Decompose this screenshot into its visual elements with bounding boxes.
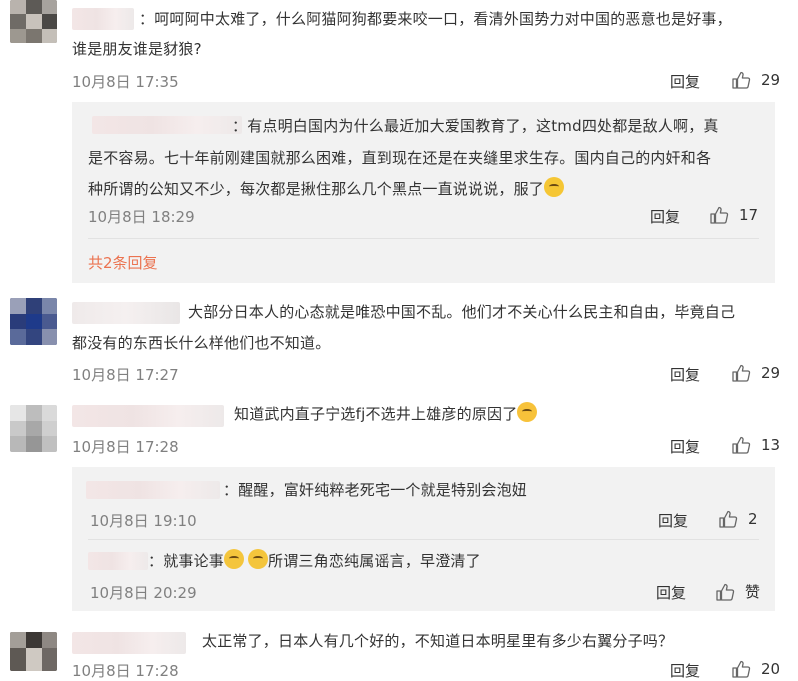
thumbs-up-icon — [718, 509, 738, 529]
comment-text: 都没有的东西长什么样他们也不知道。 — [72, 334, 331, 352]
subreply-text: 是不容易。七十年前刚建国就那么困难，直到现在还是在夹缝里求生存。国内自己的内奸和… — [88, 149, 712, 167]
reply-button[interactable]: 回复 — [650, 206, 680, 227]
yum-emoji-icon — [517, 402, 538, 422]
comment-time: 10月8日 17:27 — [72, 366, 179, 384]
thumbs-up-icon — [731, 363, 751, 383]
reply-button[interactable]: 回复 — [670, 436, 700, 457]
subreply-text: ：醒醒，富奸纯粹老死宅一个就是特别会泡妞 — [223, 481, 528, 499]
username-redacted[interactable] — [72, 8, 134, 30]
more-replies-link[interactable]: 共2条回复 — [88, 252, 158, 273]
username-redacted[interactable] — [92, 116, 242, 134]
comment-text: 大部分日本人的心态就是唯恐中国不乱。他们才不关心什么民主和自由，毕竟自己 — [188, 303, 736, 321]
divider — [88, 238, 759, 239]
thumbs-up-icon — [715, 582, 735, 602]
like-button[interactable]: 2 — [718, 509, 758, 529]
subreply-text: 种所谓的公知又不少，每次都是揪住那么几个黑点一直说说说，服了 — [88, 173, 565, 205]
like-button[interactable]: 29 — [731, 70, 780, 90]
avatar[interactable] — [10, 0, 57, 43]
reply-button[interactable]: 回复 — [670, 364, 700, 385]
like-button[interactable]: 赞 — [715, 581, 760, 602]
thumbs-up-icon — [731, 70, 751, 90]
reply-button[interactable]: 回复 — [658, 510, 688, 531]
comment-time: 10月8日 17:35 — [72, 73, 179, 91]
like-count: 29 — [761, 71, 781, 89]
hugging-emoji-icon — [544, 177, 565, 197]
subreply-text: ：有点明白国内为什么最近加大爱国教育了，这tmd四处都是敌人啊，真 — [232, 117, 719, 135]
username-redacted[interactable] — [72, 405, 224, 427]
thumbs-up-icon — [709, 205, 729, 225]
like-count: 17 — [739, 206, 759, 224]
reply-button[interactable]: 回复 — [670, 71, 700, 92]
avatar[interactable] — [10, 298, 57, 345]
crying-emoji-icon — [224, 549, 245, 569]
divider — [88, 539, 759, 540]
crying-emoji-icon — [248, 549, 269, 569]
like-button[interactable]: 29 — [731, 363, 780, 383]
username-redacted[interactable] — [72, 302, 180, 324]
comment-text: 知道武内直子宁选fj不选井上雄彦的原因了 — [234, 398, 538, 430]
like-count: 2 — [748, 510, 758, 528]
username-redacted[interactable] — [86, 481, 220, 499]
username-redacted[interactable] — [72, 632, 186, 654]
subreply-time: 10月8日 19:10 — [90, 512, 197, 530]
subreply-time: 10月8日 20:29 — [90, 584, 197, 602]
like-button[interactable]: 17 — [709, 205, 758, 225]
thumbs-up-icon — [731, 435, 751, 455]
thumbs-up-icon — [731, 659, 751, 679]
comment-text: 太正常了，日本人有几个好的，不知道日本明星里有多少右翼分子吗？ — [202, 632, 674, 650]
reply-button[interactable]: 回复 — [656, 582, 686, 603]
comment-text: 谁是朋友谁是豺狼? — [72, 40, 202, 58]
subreply-time: 10月8日 18:29 — [88, 208, 195, 226]
like-count: 29 — [761, 364, 781, 382]
like-count: 13 — [761, 436, 781, 454]
avatar[interactable] — [10, 405, 57, 452]
like-button[interactable]: 20 — [731, 659, 780, 679]
avatar[interactable] — [10, 632, 57, 671]
username-redacted[interactable] — [88, 552, 148, 570]
like-button[interactable]: 13 — [731, 435, 780, 455]
comment-time: 10月8日 17:28 — [72, 438, 179, 456]
subreply-text: ：就事论事 所谓三角恋纯属谣言，早澄清了 — [148, 545, 481, 577]
like-count: 赞 — [745, 583, 761, 601]
like-count: 20 — [761, 660, 781, 678]
subreply-box: ：醒醒，富奸纯粹老死宅一个就是特别会泡妞 10月8日 19:10 回复 2 ：就… — [72, 467, 775, 611]
subreply-box: ：有点明白国内为什么最近加大爱国教育了，这tmd四处都是敌人啊，真 是不容易。七… — [72, 102, 775, 283]
comment-text: ：呵呵阿中太难了，什么阿猫阿狗都要来咬一口，看清外国势力对中国的恶意也是好事， — [139, 10, 732, 28]
